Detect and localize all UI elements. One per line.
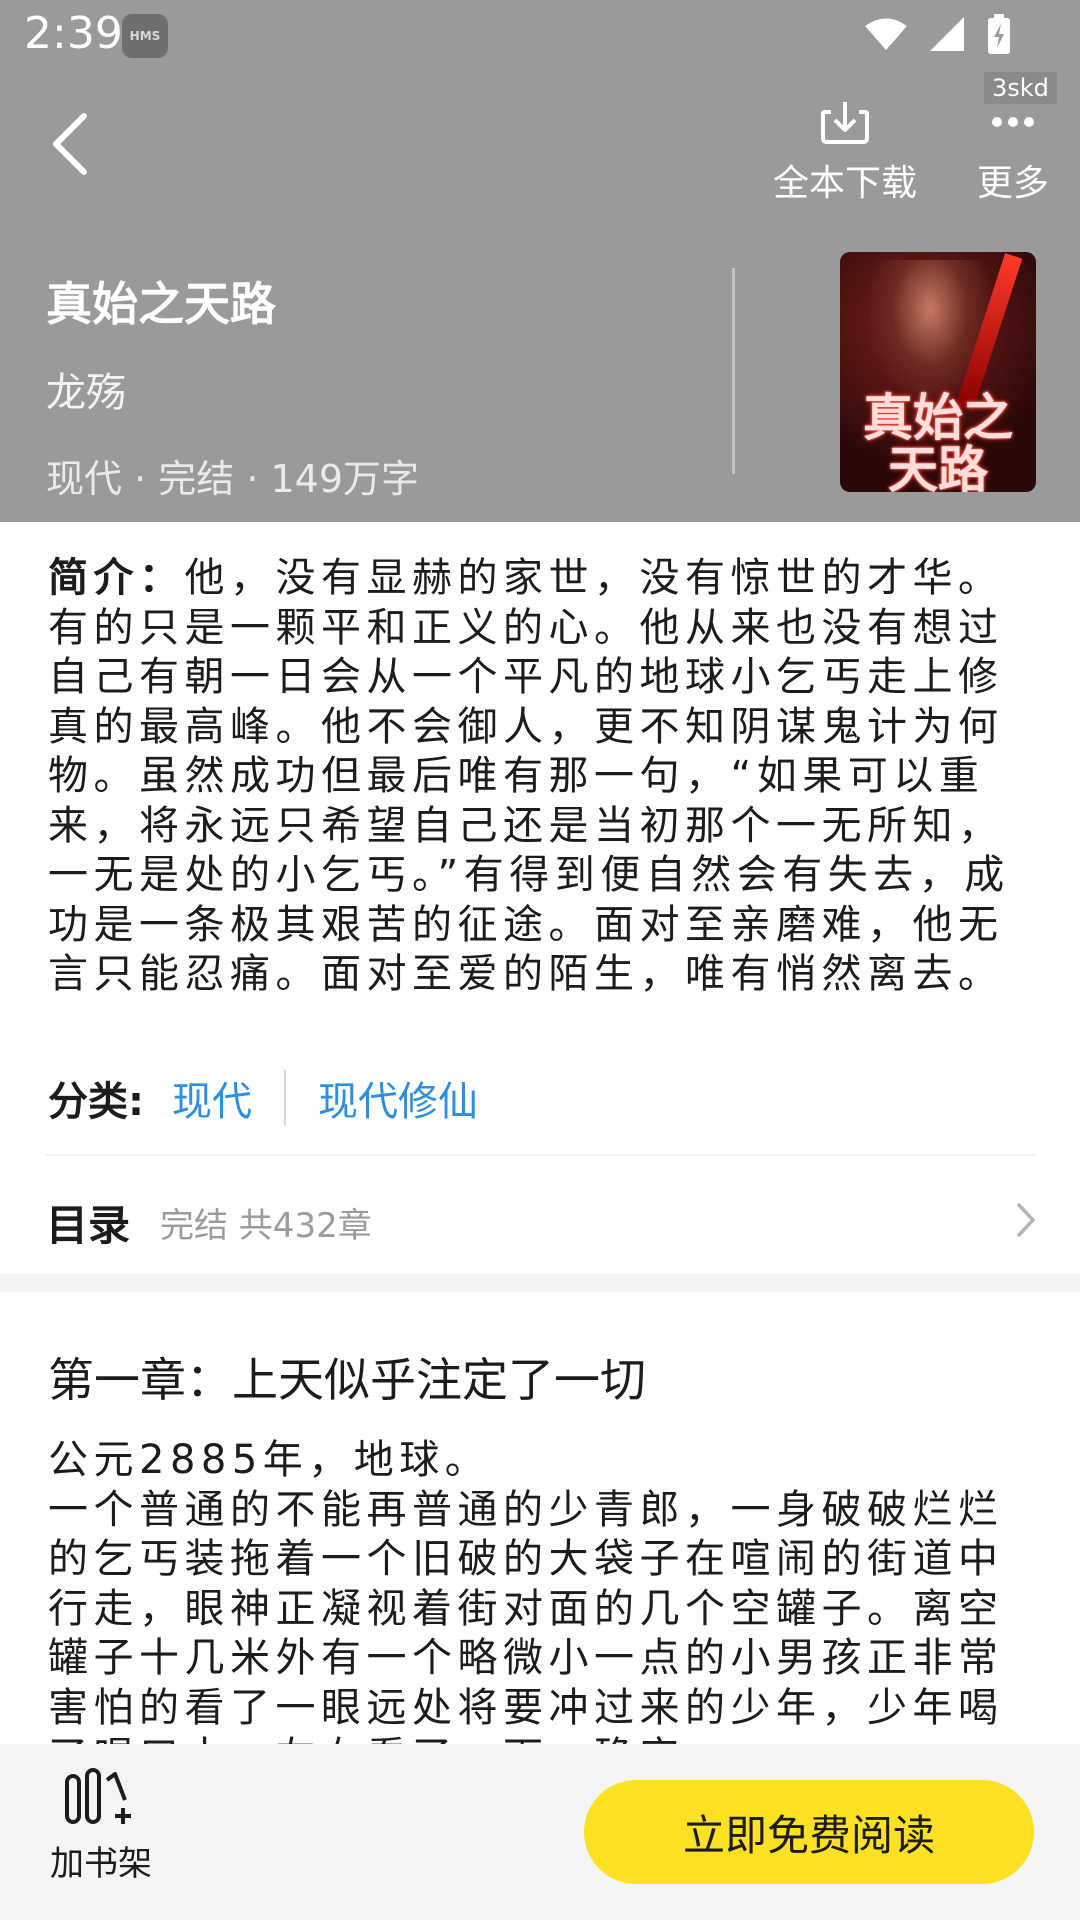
category-tag-modern-cultivation[interactable]: 现代修仙 <box>318 1069 478 1127</box>
add-to-shelf-button[interactable]: 加书架 <box>44 1766 158 1885</box>
toc-status: 完结 共432章 <box>160 1206 372 1246</box>
more-dots-icon <box>992 117 1034 127</box>
more-badge: 3skd <box>984 72 1057 104</box>
category-tag-modern[interactable]: 现代 <box>172 1069 252 1127</box>
chapter-preview: 公元2885年，地球。 一个普通的不能再普通的少青郎，一身破破烂烂的乞丐装拖着一… <box>48 1436 1038 1744</box>
more-label: 更多 <box>976 163 1049 204</box>
book-info: 真始之天路 龙殇 现代 · 完结 · 149万字 <box>46 268 706 503</box>
chapter-paragraph: 公元2885年，地球。 <box>48 1437 491 1483</box>
book-meta: 现代 · 完结 · 149万字 <box>46 457 420 501</box>
category-label: 分类: <box>48 1079 144 1125</box>
synopsis: 简介：他，没有显赫的家世，没有惊世的才华。有的只是一颗平和正义的心。他从来也没有… <box>48 554 1038 1000</box>
section-gap <box>0 1274 1080 1292</box>
bookshelf-add-icon <box>65 1768 131 1824</box>
chevron-left-icon <box>53 113 87 175</box>
add-to-shelf-label: 加书架 <box>50 1844 152 1884</box>
toc-row[interactable]: 目录 完结 共432章 <box>46 1190 1036 1254</box>
bottom-bar: 加书架 立即免费阅读 <box>0 1744 1080 1920</box>
download-label: 全本下载 <box>772 163 917 204</box>
synopsis-text: 他，没有显赫的家世，没有惊世的才华。有的只是一颗平和正义的心。他从来也没有想过自… <box>48 555 1010 997</box>
toc-label: 目录 <box>46 1201 131 1250</box>
book-title: 真始之天路 <box>46 277 276 331</box>
cover-title-art: 真始之天路 <box>840 392 1036 493</box>
system-icons <box>864 14 1012 54</box>
tag-divider <box>284 1070 286 1126</box>
book-cover[interactable]: 真始之天路 <box>840 252 1036 492</box>
hms-icon: HMS <box>122 14 168 58</box>
back-button[interactable] <box>50 112 100 182</box>
book-author[interactable]: 龙殇 <box>46 360 706 418</box>
nav-bar: 全本下载 更多 <box>0 90 1080 210</box>
chapter-paragraph: 一个普通的不能再普通的少青郎，一身破破烂烂的乞丐装拖着一个旧破的大袋子在喧闹的街… <box>48 1486 1004 1745</box>
status-time: 2:39 <box>24 8 123 59</box>
read-free-button[interactable]: 立即免费阅读 <box>584 1780 1034 1884</box>
download-icon <box>821 102 869 144</box>
more-button[interactable]: 更多 <box>968 100 1058 206</box>
section-divider <box>46 1154 1036 1156</box>
chevron-right-icon <box>1017 1203 1035 1237</box>
wifi-icon <box>865 18 907 50</box>
download-all-button[interactable]: 全本下载 <box>770 100 920 206</box>
status-bar: 2:39 HMS <box>0 0 1080 72</box>
battery-icon <box>988 14 1010 54</box>
book-header: 2:39 HMS 全本下载 更多 3skd 真始之天路 龙殇 现代 · 完结 ·… <box>0 0 1080 522</box>
synopsis-label: 简介： <box>48 555 185 601</box>
cover-title-text: 真始之天路 <box>863 388 1013 493</box>
signal-icon <box>930 17 964 51</box>
category-row: 分类: 现代 现代修仙 <box>48 1068 478 1128</box>
header-divider <box>732 268 735 474</box>
chapter-title: 第一章：上天似乎注定了一切 <box>48 1353 646 1407</box>
